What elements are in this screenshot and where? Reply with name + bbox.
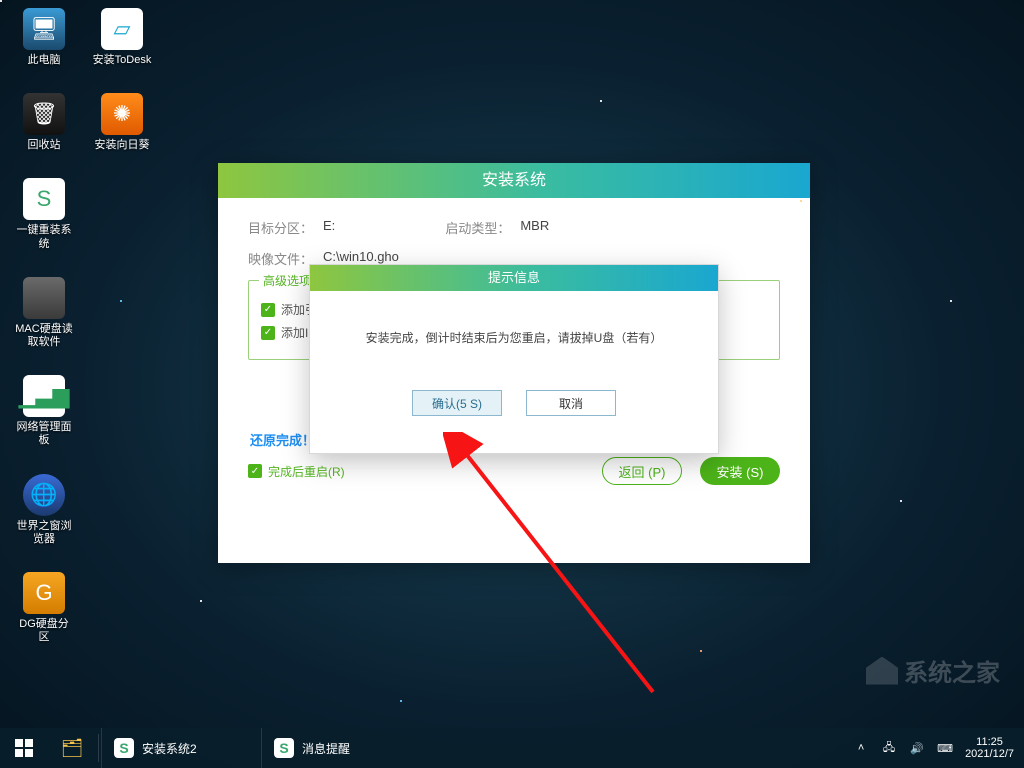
windows-icon <box>15 739 33 757</box>
watermark: 系统之家 <box>866 653 1000 688</box>
desktop: 🖥 此电脑 🗑 回收站 S 一键重装系统 MAC硬盘读取软件 ▁▃▆ 网络管理面… <box>0 0 1024 728</box>
monitor-icon: 🖥 <box>30 16 58 42</box>
dg-icon: G <box>35 580 52 606</box>
start-button[interactable] <box>0 728 48 768</box>
check-icon: ✓ <box>261 326 275 340</box>
watermark-logo-icon <box>866 657 898 685</box>
back-button[interactable]: 返回 (P) <box>602 457 682 485</box>
message-dialog: 提示信息 安装完成，倒计时结束后为您重启，请拔掉U盘（若有） 确认(5 S) 取… <box>310 265 718 453</box>
task-message[interactable]: S 消息提醒 <box>261 728 421 768</box>
image-label: 映像文件： <box>248 249 313 268</box>
icon-diskgenius[interactable]: G DG硬盘分区 <box>14 572 74 644</box>
icon-browser[interactable]: 🌐 世界之窗浏览器 <box>14 474 74 546</box>
install-button[interactable]: 安装 (S) <box>700 457 780 485</box>
chk-reboot[interactable]: ✓ 完成后重启(R) <box>248 463 345 480</box>
taskbar: 🗂 S 安装系统2 S 消息提醒 ˄ 🖧 🔊 ⌨ 11:25 2021/12/7 <box>0 728 1024 768</box>
chevron-up-icon[interactable]: ˄ <box>853 740 869 756</box>
volume-icon[interactable]: 🔊 <box>909 740 925 756</box>
todesk-icon: ▱ <box>114 16 131 42</box>
sunflower-icon: ✺ <box>113 101 131 127</box>
app-icon: S <box>274 738 294 758</box>
folder-icon: 🗂 <box>61 738 84 759</box>
cancel-button[interactable]: 取消 <box>526 390 616 416</box>
icon-recycle-bin[interactable]: 🗑 回收站 <box>14 93 74 152</box>
dialog-title: 提示信息 <box>310 265 718 291</box>
s-icon: S <box>37 186 52 212</box>
boot-label: 启动类型： <box>445 218 510 237</box>
advanced-legend: 高级选项 <box>259 272 315 289</box>
target-label: 目标分区： <box>248 218 313 237</box>
icon-sunflower[interactable]: ✺ 安装向日葵 <box>92 93 152 152</box>
confirm-button[interactable]: 确认(5 S) <box>412 390 502 416</box>
bars-icon: ▁▃▆ <box>19 383 70 409</box>
bin-icon: 🗑 <box>30 101 58 127</box>
icon-this-pc[interactable]: 🖥 此电脑 <box>14 8 74 67</box>
desktop-icons-col1: 🖥 此电脑 🗑 回收站 S 一键重装系统 MAC硬盘读取软件 ▁▃▆ 网络管理面… <box>14 8 74 644</box>
icon-net-panel[interactable]: ▁▃▆ 网络管理面板 <box>14 375 74 447</box>
keyboard-icon[interactable]: ⌨ <box>937 740 953 756</box>
check-icon: ✓ <box>248 464 262 478</box>
explorer-button[interactable]: 🗂 <box>48 728 96 768</box>
task-installer[interactable]: S 安装系统2 <box>101 728 261 768</box>
icon-mac-read[interactable]: MAC硬盘读取软件 <box>14 277 74 349</box>
icon-todesk[interactable]: ▱ 安装ToDesk <box>92 8 152 67</box>
clock[interactable]: 11:25 2021/12/7 <box>965 736 1014 760</box>
boot-value: MBR <box>520 218 549 237</box>
icon-reinstall[interactable]: S 一键重装系统 <box>14 178 74 250</box>
desktop-icons-col2: ▱ 安装ToDesk ✺ 安装向日葵 <box>92 8 152 152</box>
target-value: E: <box>323 218 335 237</box>
system-tray: ˄ 🖧 🔊 ⌨ 11:25 2021/12/7 <box>843 736 1024 760</box>
dialog-message: 安装完成，倒计时结束后为您重启，请拔掉U盘（若有） <box>310 329 718 346</box>
installer-title: 安装系统 <box>218 163 810 198</box>
network-icon[interactable]: 🖧 <box>881 740 897 756</box>
globe-icon: 🌐 <box>30 482 57 508</box>
app-icon: S <box>114 738 134 758</box>
check-icon: ✓ <box>261 303 275 317</box>
